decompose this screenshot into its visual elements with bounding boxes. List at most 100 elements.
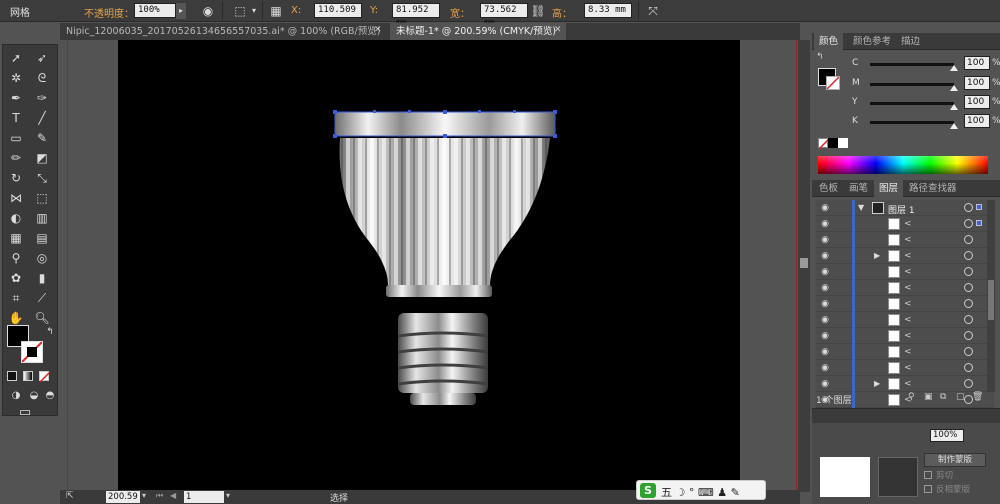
layer-target-icon[interactable] (964, 283, 973, 292)
magenta-thumb[interactable] (950, 85, 958, 91)
reference-point-icon[interactable]: ▦ (268, 3, 284, 19)
layers-scrollbar[interactable] (987, 200, 995, 392)
yellow-track[interactable] (870, 102, 954, 105)
layer-selection-indicator[interactable] (976, 204, 982, 210)
magenta-track[interactable] (870, 83, 954, 86)
visibility-eye-icon[interactable]: ◉ (820, 235, 830, 245)
sublayer-name[interactable]: < (904, 315, 912, 325)
layer-target-icon[interactable] (964, 251, 973, 260)
color-mode-icon[interactable] (7, 371, 17, 381)
white-swatch[interactable] (838, 138, 848, 148)
tab-swatches[interactable]: 色板 (814, 180, 843, 197)
visibility-eye-icon[interactable]: ◉ (820, 203, 830, 213)
close-icon[interactable]: ✕ (374, 25, 382, 35)
layer-target-icon[interactable] (964, 267, 973, 276)
expand-arrow-icon[interactable]: ▶ (874, 379, 880, 388)
sublayer-name[interactable]: < (904, 267, 912, 277)
height-input[interactable]: 8.33 mm (584, 3, 632, 18)
clip-checkbox[interactable] (924, 471, 932, 479)
layer-target-icon[interactable] (964, 299, 973, 308)
new-sublayer-icon[interactable]: ⧉ (940, 392, 946, 402)
layer-row[interactable]: ◉ < (816, 344, 994, 360)
sublayer-name[interactable]: < (904, 363, 912, 373)
symbol-sprayer-tool-icon[interactable]: ✿ (7, 269, 25, 287)
ime-logo[interactable]: S (640, 483, 656, 498)
transform-icon[interactable]: ⤧ (645, 3, 661, 19)
line-tool-icon[interactable]: ╱ (33, 109, 51, 127)
gradient-mode-icon[interactable] (23, 371, 33, 381)
sublayer-name[interactable]: < (904, 331, 912, 341)
layer-row[interactable]: ◉ < (816, 360, 994, 376)
link-proportions-icon[interactable]: ⛓ (530, 3, 546, 19)
swap-colors-icon[interactable]: ↰ (816, 52, 824, 62)
graph-tool-icon[interactable]: ▮ (33, 269, 51, 287)
tab-stroke[interactable]: 描边 (896, 33, 925, 50)
layer-row[interactable]: ◉ < (816, 296, 994, 312)
black-track[interactable] (870, 121, 954, 124)
mask-thumbnail[interactable] (878, 457, 918, 497)
layer-row[interactable]: ◉ ▶ < (816, 376, 994, 392)
tab-color[interactable]: 颜色 (814, 33, 844, 50)
tab-pathfinder[interactable]: 路径查找器 (904, 180, 962, 197)
visibility-eye-icon[interactable]: ◉ (820, 379, 830, 389)
visibility-eye-icon[interactable]: ◉ (820, 219, 830, 229)
make-mask-button[interactable]: 制作蒙版 (924, 453, 986, 467)
sublayer-name[interactable]: < (904, 283, 912, 293)
close-icon[interactable]: ✕ (554, 25, 562, 35)
tab-document-1[interactable]: Nipic_12006035_20170526134656557035.ai* … (60, 23, 386, 40)
zoom-dropdown-icon[interactable]: ▾ (142, 491, 146, 500)
collapse-arrow-icon[interactable]: ▼ (858, 203, 864, 212)
magenta-input[interactable]: 100 (964, 76, 990, 90)
yellow-thumb[interactable] (950, 104, 958, 110)
tab-brushes[interactable]: 画笔 (844, 180, 873, 197)
tab-document-2[interactable]: 未标题-1* @ 200.59% (CMYK/预览) (390, 23, 566, 40)
sublayer-name[interactable]: < (904, 347, 912, 357)
x-input[interactable]: 110.509 (314, 3, 362, 18)
none-swatch[interactable] (818, 138, 829, 149)
invert-mask-checkbox[interactable] (924, 485, 932, 493)
lasso-tool-icon[interactable]: ᘓ (33, 69, 51, 87)
cyan-track[interactable] (870, 63, 954, 66)
layer-target-icon[interactable] (964, 379, 973, 388)
cyan-input[interactable]: 100 (964, 56, 990, 70)
black-input[interactable]: 100 (964, 114, 990, 128)
layer-target-icon[interactable] (964, 235, 973, 244)
sublayer-name[interactable]: < (904, 251, 912, 261)
scale-tool-icon[interactable]: ⤡ (33, 169, 51, 187)
gradient-tool-icon[interactable]: ▤ (33, 229, 51, 247)
layer-row[interactable]: ◉ < (816, 216, 994, 232)
visibility-eye-icon[interactable]: ◉ (820, 363, 830, 373)
clipping-mask-icon[interactable]: ▣ (924, 392, 933, 402)
expand-arrow-icon[interactable]: ▶ (874, 251, 880, 260)
first-artboard-icon[interactable]: ⏮ (156, 491, 163, 501)
panel-stroke-swatch[interactable] (826, 76, 840, 90)
perspective-grid-tool-icon[interactable]: ▥ (33, 209, 51, 227)
align-dropdown-icon[interactable]: ▾ (246, 3, 262, 19)
paintbrush-tool-icon[interactable]: ✎ (33, 129, 51, 147)
artboard-canvas[interactable] (118, 40, 740, 490)
menu-partial-label[interactable]: 网格 (10, 4, 30, 19)
sublayer-name[interactable]: < (904, 219, 912, 229)
layers-scroll-thumb[interactable] (988, 280, 994, 320)
direct-selection-tool-icon[interactable]: ➶ (33, 49, 51, 67)
layer-selection-indicator[interactable] (976, 220, 982, 226)
black-thumb[interactable] (950, 123, 958, 129)
slice-tool-icon[interactable]: ⟋ (33, 289, 51, 307)
free-transform-tool-icon[interactable]: ⬚ (33, 189, 51, 207)
yellow-input[interactable]: 100 (964, 95, 990, 109)
light-bulb-artwork[interactable] (118, 40, 740, 490)
visibility-eye-icon[interactable]: ◉ (820, 283, 830, 293)
none-mode-icon[interactable] (39, 371, 50, 382)
delete-layer-icon[interactable]: 🗑︎ (972, 392, 983, 402)
artboard-dropdown-icon[interactable]: ▾ (226, 491, 230, 500)
opacity-input[interactable]: 100% (134, 3, 176, 18)
blend-tool-icon[interactable]: ◎ (33, 249, 51, 267)
layer-target-icon[interactable] (964, 203, 973, 212)
artboard-tool-icon[interactable]: ⌗ (7, 289, 25, 307)
layer-row[interactable]: ◉ < (816, 280, 994, 296)
visibility-eye-icon[interactable]: ◉ (820, 299, 830, 309)
layer-row[interactable]: ◉ < (816, 312, 994, 328)
cyan-thumb[interactable] (950, 65, 958, 71)
recolor-icon[interactable]: ◉ (200, 3, 216, 19)
vertical-scroll-thumb[interactable] (800, 258, 808, 268)
